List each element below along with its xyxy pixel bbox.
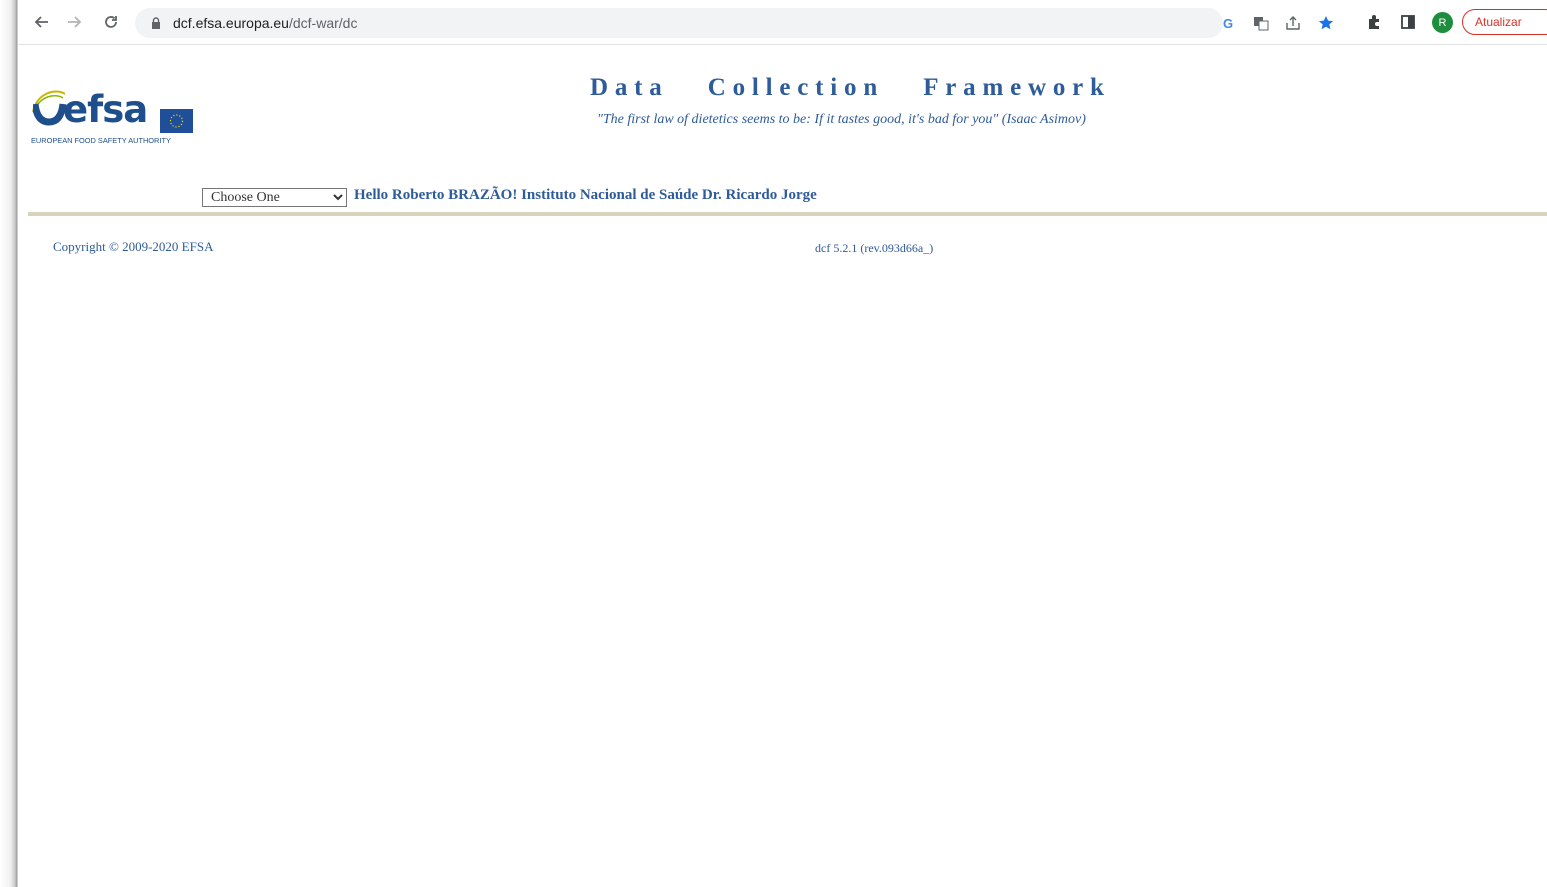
update-label: Atualizar bbox=[1475, 15, 1522, 29]
translate-icon[interactable] bbox=[1252, 14, 1270, 32]
url-host: dcf.efsa.europa.eu bbox=[173, 15, 289, 31]
user-greeting: Hello Roberto BRAZÃO! Instituto Nacional… bbox=[354, 187, 817, 203]
window-edge bbox=[0, 0, 18, 887]
organization-select[interactable]: Choose One bbox=[202, 188, 347, 207]
version-text: dcf 5.2.1 (rev.093d66a_) bbox=[815, 241, 934, 255]
svg-text:G: G bbox=[1223, 16, 1233, 30]
side-panel-icon[interactable] bbox=[1398, 12, 1418, 32]
reload-icon[interactable] bbox=[100, 11, 122, 33]
url-text[interactable]: dcf.efsa.europa.eu/dcf-war/dc bbox=[173, 15, 357, 31]
eu-flag-icon bbox=[160, 109, 193, 133]
page-quote: "The first law of dietetics seems to be:… bbox=[597, 112, 1086, 127]
url-path: /dcf-war/dc bbox=[288, 15, 358, 31]
browser-toolbar: dcf.efsa.europa.eu/dcf-war/dc G R Atuali… bbox=[18, 0, 1547, 45]
svg-text:efsa: efsa bbox=[63, 88, 147, 131]
copyright-text: Copyright © 2009-2020 EFSA bbox=[53, 239, 214, 254]
extensions-icon[interactable] bbox=[1364, 12, 1384, 32]
back-icon[interactable] bbox=[30, 11, 52, 33]
logo-wordmark: efsa bbox=[31, 82, 161, 142]
update-button[interactable]: Atualizar ⋮ bbox=[1462, 9, 1547, 35]
share-icon[interactable] bbox=[1284, 14, 1302, 32]
lock-icon[interactable] bbox=[149, 16, 163, 30]
google-icon[interactable]: G bbox=[1220, 14, 1238, 32]
address-bar[interactable]: dcf.efsa.europa.eu/dcf-war/dc G bbox=[135, 8, 1334, 38]
forward-icon[interactable] bbox=[64, 11, 86, 33]
header-divider bbox=[28, 212, 1547, 216]
star-icon[interactable] bbox=[1317, 14, 1335, 32]
efsa-logo[interactable]: efsa EUROPEAN FOOD SAFETY AUTHORITY bbox=[31, 88, 196, 148]
logo-tagline: EUROPEAN FOOD SAFETY AUTHORITY bbox=[31, 136, 171, 145]
page-title: Data Collection Framework bbox=[590, 74, 1111, 101]
avatar[interactable]: R bbox=[1432, 12, 1453, 33]
